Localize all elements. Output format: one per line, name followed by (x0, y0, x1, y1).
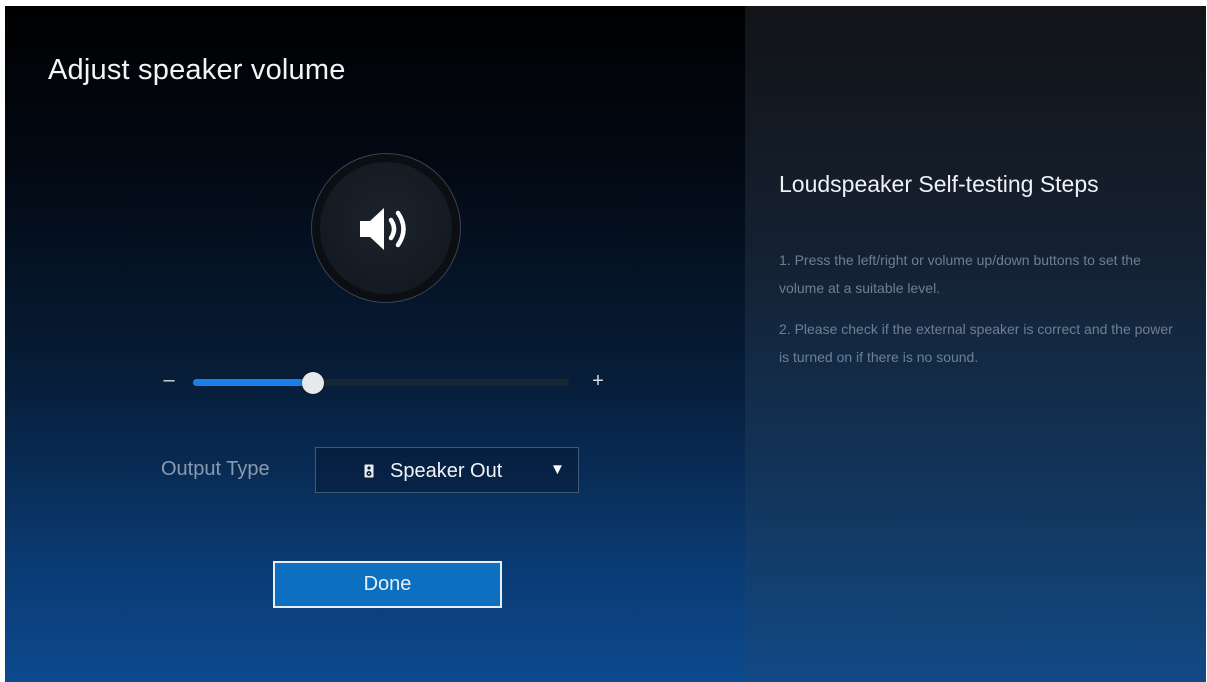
speaker-box-icon (364, 464, 374, 478)
volume-settings-screen: Adjust speaker volume – + Output Type Sp… (5, 6, 1206, 682)
volume-down-button[interactable]: – (162, 369, 176, 392)
volume-slider-thumb[interactable] (302, 372, 324, 394)
help-title: Loudspeaker Self-testing Steps (779, 171, 1099, 197)
volume-slider-fill (193, 379, 313, 386)
volume-up-button[interactable]: + (590, 370, 606, 393)
help-panel: Loudspeaker Self-testing Steps 1. Press … (745, 6, 1206, 682)
speaker-display (311, 153, 461, 303)
help-step: 1. Press the left/right or volume up/dow… (779, 252, 1141, 296)
volume-panel: Adjust speaker volume – + Output Type Sp… (5, 6, 745, 682)
page-title: Adjust speaker volume (48, 54, 346, 86)
output-type-dropdown[interactable]: Speaker Out ▼ (315, 447, 579, 493)
chevron-down-icon: ▼ (550, 461, 565, 478)
help-steps-list: 1. Press the left/right or volume up/dow… (779, 246, 1179, 384)
speaker-volume-icon (360, 208, 406, 250)
help-step: 2. Please check if the external speaker … (779, 321, 1173, 365)
output-type-label: Output Type (161, 458, 270, 480)
volume-slider[interactable] (193, 379, 569, 386)
output-type-value: Speaker Out (390, 460, 503, 482)
done-button[interactable]: Done (273, 561, 502, 608)
